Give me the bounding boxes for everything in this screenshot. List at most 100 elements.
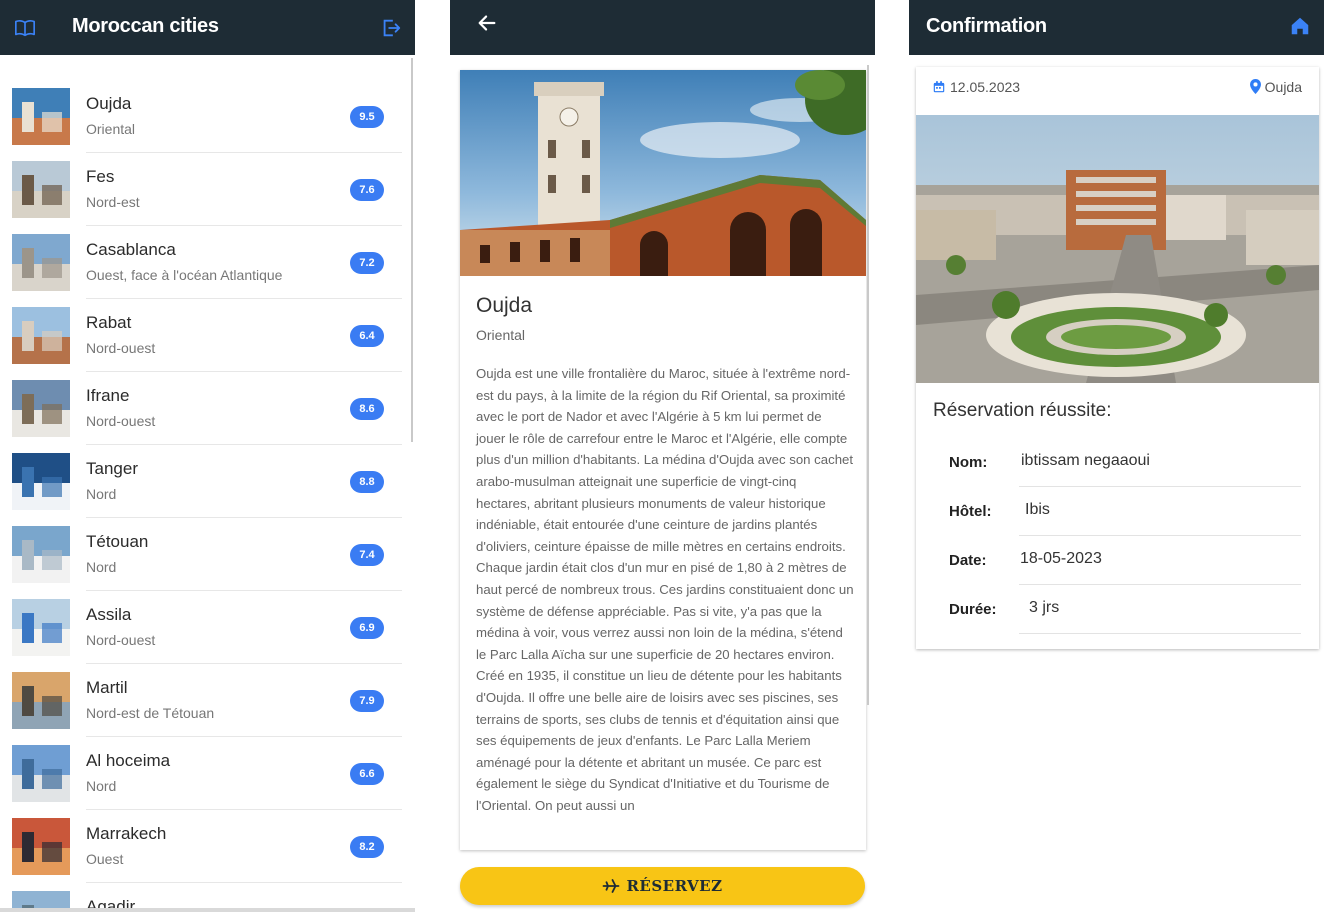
- city-thumbnail: [12, 526, 70, 583]
- city-thumbnail: [12, 161, 70, 218]
- airplane-icon: [603, 879, 620, 893]
- city-thumbnail: [12, 672, 70, 729]
- book-open-icon[interactable]: [14, 17, 36, 39]
- city-name: Fes: [86, 167, 115, 186]
- rating-badge: 8.8: [350, 471, 384, 493]
- list-item[interactable]: Ifrane Nord-ouest 8.6: [0, 372, 402, 445]
- map-pin-icon: [1249, 79, 1261, 94]
- confirmation-card: 12.05.2023 Oujda Réservation réussite: N…: [916, 67, 1319, 649]
- logout-icon[interactable]: [380, 17, 402, 39]
- city-name: Assila: [86, 605, 132, 624]
- info-label: Date:: [949, 552, 987, 569]
- reservation-location: Oujda: [1249, 79, 1302, 95]
- info-row-hotel: Hôtel: Ibis: [949, 487, 1301, 536]
- rating-badge: 6.4: [350, 325, 384, 347]
- city-hero-image: [460, 70, 866, 276]
- info-row-name: Nom: ibtissam negaaoui: [949, 438, 1301, 487]
- rating-badge: 8.6: [350, 398, 384, 420]
- app-title: Moroccan cities: [72, 15, 219, 37]
- info-value: ibtissam negaaoui: [1021, 452, 1150, 469]
- city-region: Nord-ouest: [86, 340, 156, 356]
- city-region: Nord-est: [86, 194, 140, 210]
- city-region: Nord-ouest: [86, 413, 156, 429]
- city-thumbnail: [12, 88, 70, 145]
- rating-badge: 7.9: [350, 690, 384, 712]
- city-region: Nord: [86, 486, 117, 502]
- city-name: Oujda: [86, 94, 132, 113]
- info-label: Durée:: [949, 601, 997, 618]
- page-title: Confirmation: [926, 15, 1047, 37]
- city-region: Ouest: [86, 851, 124, 867]
- city-thumbnail: [12, 380, 70, 437]
- scrollbar[interactable]: [411, 58, 413, 442]
- divider: [0, 908, 415, 912]
- arrow-left-icon[interactable]: [476, 12, 498, 34]
- reserve-label: RÉSERVEZ: [626, 877, 723, 895]
- city-name: Ifrane: [86, 386, 130, 405]
- list-item[interactable]: Oujda Oriental 9.5: [0, 80, 402, 153]
- list-item[interactable]: Assila Nord-ouest 6.9: [0, 591, 402, 664]
- rating-badge: 6.6: [350, 763, 384, 785]
- scrollbar[interactable]: [867, 65, 869, 705]
- confirmation-screen: Confirmation 12.05.2023 Oujda Réservatio…: [909, 0, 1324, 912]
- city-region: Nord-est de Tétouan: [86, 705, 215, 721]
- city-name: Tanger: [86, 459, 138, 478]
- info-row-date: Date: 18-05-2023: [949, 536, 1301, 585]
- list-item[interactable]: Martil Nord-est de Tétouan 7.9: [0, 664, 402, 737]
- rating-badge: 7.6: [350, 179, 384, 201]
- app-bar: [450, 0, 875, 55]
- app-bar: Moroccan cities: [0, 0, 415, 55]
- city-region: Nord: [86, 559, 117, 575]
- home-icon[interactable]: [1289, 15, 1311, 37]
- list-item[interactable]: Marrakech Ouest 8.2: [0, 810, 402, 883]
- rating-badge: 8.2: [350, 836, 384, 858]
- city-name: Rabat: [86, 313, 132, 332]
- cities-list-screen: Moroccan cities Oujda Oriental 9.5 Fes Nord-…: [0, 0, 415, 912]
- city-list: Oujda Oriental 9.5 Fes Nord-est 7.6 Casablanca…: [0, 80, 402, 912]
- city-region: Ouest, face à l'océan Atlantique: [86, 267, 283, 283]
- city-name: Casablanca: [86, 240, 176, 259]
- list-item[interactable]: Tétouan Nord 7.4: [0, 518, 402, 591]
- city-thumbnail: [12, 599, 70, 656]
- city-region: Nord: [86, 778, 117, 794]
- info-value: 3 jrs: [1029, 599, 1060, 616]
- city-region: Oriental: [476, 327, 526, 343]
- info-label: Hôtel:: [949, 503, 992, 520]
- rating-badge: 9.5: [350, 106, 384, 128]
- list-item[interactable]: Rabat Nord-ouest 6.4: [0, 299, 402, 372]
- location-text: Oujda: [1264, 79, 1302, 95]
- city-region: Nord-ouest: [86, 632, 156, 648]
- list-item[interactable]: Casablanca Ouest, face à l'océan Atlantiq…: [0, 226, 402, 299]
- info-value: Ibis: [1025, 501, 1050, 518]
- reservation-date: 12.05.2023: [932, 79, 1020, 95]
- city-region: Oriental: [86, 121, 136, 137]
- city-name: Oujda: [476, 294, 533, 317]
- app-bar: Confirmation: [909, 0, 1324, 55]
- city-name: Martil: [86, 678, 128, 697]
- city-thumbnail: [12, 307, 70, 364]
- reserve-button[interactable]: RÉSERVEZ: [460, 867, 865, 905]
- info-label: Nom:: [949, 454, 988, 471]
- divider: [1019, 633, 1301, 634]
- rating-badge: 7.4: [350, 544, 384, 566]
- city-thumbnail: [12, 453, 70, 510]
- list-item[interactable]: Al hoceima Nord 6.6: [0, 737, 402, 810]
- city-detail-card: Oujda Oriental Oujda est une ville front…: [460, 70, 866, 850]
- city-thumbnail: [12, 745, 70, 802]
- success-heading: Réservation réussite:: [933, 400, 1112, 421]
- rating-badge: 6.9: [350, 617, 384, 639]
- city-thumbnail: [12, 234, 70, 291]
- date-text: 12.05.2023: [950, 79, 1021, 95]
- city-thumbnail: [12, 818, 70, 875]
- city-name: Tétouan: [86, 532, 149, 551]
- list-item[interactable]: Tanger Nord 8.8: [0, 445, 402, 518]
- calendar-icon: [933, 81, 945, 93]
- city-name: Marrakech: [86, 824, 167, 843]
- city-description: Oujda est une ville frontalière du Maroc…: [476, 366, 854, 813]
- info-value: 18-05-2023: [1020, 550, 1102, 567]
- list-item[interactable]: Fes Nord-est 7.6: [0, 153, 402, 226]
- city-photo: [916, 115, 1319, 383]
- city-name: Al hoceima: [86, 751, 171, 770]
- rating-badge: 7.2: [350, 252, 384, 274]
- info-row-duration: Durée: 3 jrs: [949, 585, 1301, 634]
